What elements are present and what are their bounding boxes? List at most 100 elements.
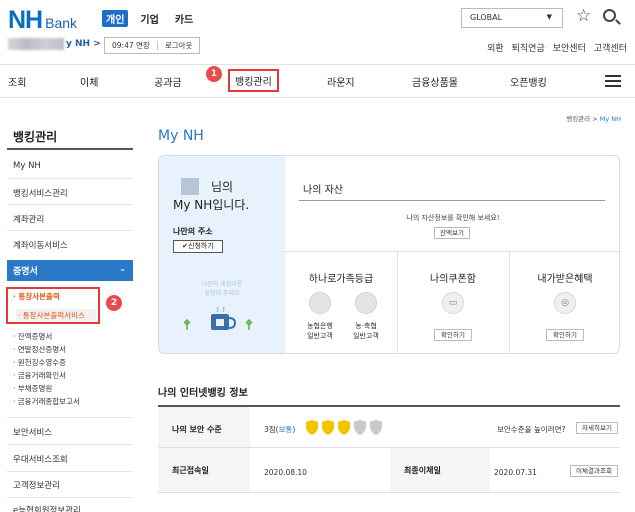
last-access-label: 최근접속일 (158, 448, 250, 492)
grade-label-line: 농·축협 (355, 322, 377, 330)
util-link-fx[interactable]: 외환 (487, 41, 504, 54)
sidebar-item-security-service[interactable]: 보안서비스 (13, 426, 52, 438)
sidebar-item-account-management[interactable]: 계좌관리 (13, 213, 44, 225)
tab-corporate[interactable]: 기업 (136, 10, 162, 27)
sidebar-item-customer-info[interactable]: 고객정보관리 (13, 479, 60, 491)
star-icon[interactable]: ☆ (576, 6, 591, 26)
util-link-customer[interactable]: 고객센터 (594, 41, 627, 54)
chevron-down-icon: ⌄ (119, 264, 126, 273)
assets-message: 나의 자산정보를 확인해 보세요! (406, 214, 500, 222)
nh-bank-logo[interactable]: NH Bank (8, 6, 77, 35)
shield-filled-icon (338, 420, 350, 435)
shield-filled-icon (306, 420, 318, 435)
main-menu: 조회 이체 공과금 1 뱅킹관리 라운지 금융상품몰 오픈뱅킹 (0, 64, 635, 98)
last-access-value: 2020.08.10 (264, 468, 307, 477)
divider (7, 204, 133, 205)
profile-panel: 님의 My NH입니다. 나만의 주소 ✔신청하기 나만의 계좌이름 설정해 주… (159, 156, 285, 353)
search-icon[interactable] (603, 9, 616, 22)
divider (7, 230, 133, 231)
sidebar-item-certificates[interactable]: 증명서 ⌄ (7, 260, 133, 281)
coupon-title: 나의쿠폰함 (430, 274, 476, 285)
session-extend-button[interactable]: 09:47 연장 (105, 40, 157, 51)
sidebar-item-member-info[interactable]: e능협회원정보관리 (13, 504, 81, 512)
step-badge-2: 2 (106, 295, 122, 311)
menu-inquiry[interactable]: 조회 (8, 74, 26, 89)
utility-links: 외환 퇴직연금 보안센터 고객센터 (487, 41, 627, 54)
sidebar-item-banking-service[interactable]: 뱅킹서비스관리 (13, 187, 68, 199)
menu-lounge[interactable]: 라운지 (327, 74, 355, 89)
global-select-value: GLOBAL (470, 13, 503, 22)
sidebar-item-preferential-service[interactable]: 우대서비스조회 (13, 453, 68, 465)
util-link-security[interactable]: 보안센터 (553, 41, 586, 54)
coupon-check-button[interactable]: 확인하기 (434, 329, 472, 341)
blurred-name (181, 178, 199, 195)
menu-open-banking[interactable]: 오픈뱅킹 (510, 74, 547, 89)
shield-filled-icon (322, 420, 334, 435)
util-link-pension[interactable]: 퇴직연금 (512, 41, 545, 54)
sidebar-leaf-withholding-receipt[interactable]: · 원천징수영수증 (13, 357, 66, 368)
menu-hamburger-icon[interactable] (605, 75, 621, 87)
menu-utility-bills[interactable]: 공과금 (154, 74, 182, 89)
benefit-check-button[interactable]: 확인하기 (546, 329, 584, 341)
tab-personal[interactable]: 개인 (102, 10, 129, 27)
shield-empty-icon (370, 420, 382, 435)
sidebar-leaf-debt-cert[interactable]: · 부채증명원 (13, 383, 52, 394)
grade-title: 하나로가족등급 (308, 274, 374, 285)
sidebar-item-account-transfer[interactable]: 계좌이동서비스 (13, 239, 68, 251)
breadcrumb-parent[interactable]: 뱅킹관리 > (566, 115, 600, 123)
security-prompt: 보안수준을 높이려면? (497, 425, 566, 434)
menu-banking-management[interactable]: 뱅킹관리 (228, 69, 279, 92)
table-row: 최근접속일 2020.08.10 최종이체일 2020.07.31 이체결과조회 (158, 448, 620, 493)
faint-text: 나만의 계좌이름 (201, 281, 243, 288)
greeting-title: My NH입니다. (173, 198, 250, 212)
step-badge-1: 1 (206, 66, 222, 82)
coupon-icon: ▭ (442, 292, 464, 314)
logo-nh: NH (8, 6, 43, 34)
transfer-result-button[interactable]: 이체결과조회 (570, 465, 618, 477)
sidebar-leaf-balance-cert[interactable]: · 잔액증명서 (13, 331, 52, 342)
assets-title: 나의 자산 (303, 185, 343, 196)
sidebar-sub-bankbook-copy[interactable]: · 통장사본출력 (13, 291, 60, 302)
sidebar-title: 뱅킹관리 (13, 130, 58, 144)
benefit-icon: ◎ (554, 292, 576, 314)
sidebar-item-my-nh[interactable]: My NH (13, 161, 41, 171)
sidebar-item-label: 증명서 (13, 267, 38, 277)
sidebar-leaf-year-end-cert[interactable]: · 연말정산증명서 (13, 344, 66, 355)
logo-bank: Bank (45, 15, 78, 31)
menu-transfer[interactable]: 이체 (80, 74, 98, 89)
apply-button[interactable]: ✔신청하기 (173, 240, 223, 253)
security-level-label: 나의 보안 수준 (158, 407, 250, 447)
security-score-close: ) (292, 425, 296, 434)
logout-button[interactable]: 로그아웃 (158, 40, 200, 51)
detail-button[interactable]: 자세히보기 (576, 422, 618, 434)
my-nh-link[interactable]: y NH > (66, 39, 101, 49)
menu-product-mall[interactable]: 금융상품몰 (412, 74, 458, 89)
divider (7, 148, 133, 150)
sidebar: 뱅킹관리 My NH 뱅킹서비스관리 계좌관리 계좌이동서비스 증명서 ⌄ · … (0, 98, 138, 512)
last-transfer-label: 최종이체일 (390, 448, 490, 492)
shield-empty-icon (354, 420, 366, 435)
breadcrumb: 뱅킹관리 > My NH (566, 113, 621, 123)
sidebar-leaf-transaction-confirm[interactable]: · 금융거래확인서 (13, 370, 66, 381)
grade-label-line: 농협은행 (307, 322, 333, 330)
global-select[interactable]: GLOBAL ▼ (461, 8, 563, 28)
blurred-username (8, 38, 64, 50)
view-balance-button[interactable]: 잔액보기 (434, 227, 470, 239)
breadcrumb-current: My NH (599, 115, 621, 123)
grade-label-bank: 농협은행 일반고객 (297, 321, 343, 341)
sidebar-sub-bankbook-copy-service[interactable]: · 통장사본출력서비스 (16, 309, 96, 321)
grade-label-line: 일반고객 (353, 332, 379, 340)
session-box: 09:47 연장 로그아웃 (104, 37, 201, 54)
sidebar-leaf-summary-report[interactable]: · 금융거래종합보고서 (13, 396, 80, 407)
grade-label-line: 일반고객 (307, 332, 333, 340)
top-header: NH Bank 개인 기업 카드 GLOBAL ▼ ☆ y NH > 09:47… (0, 0, 635, 64)
security-score-text: 3점( (264, 425, 279, 434)
tab-card[interactable]: 카드 (171, 10, 197, 27)
info-table: 나의 보안 수준 3점(보통) 보안수준을 높이려면? 자세히보기 최근접속일 … (158, 405, 620, 512)
faint-text: 설정해 주세요 (204, 290, 240, 297)
divider (397, 251, 398, 353)
mug-plant-illustration (183, 306, 253, 330)
greeting-suffix: 님의 (211, 180, 234, 194)
divider (7, 417, 133, 418)
divider (285, 251, 619, 252)
